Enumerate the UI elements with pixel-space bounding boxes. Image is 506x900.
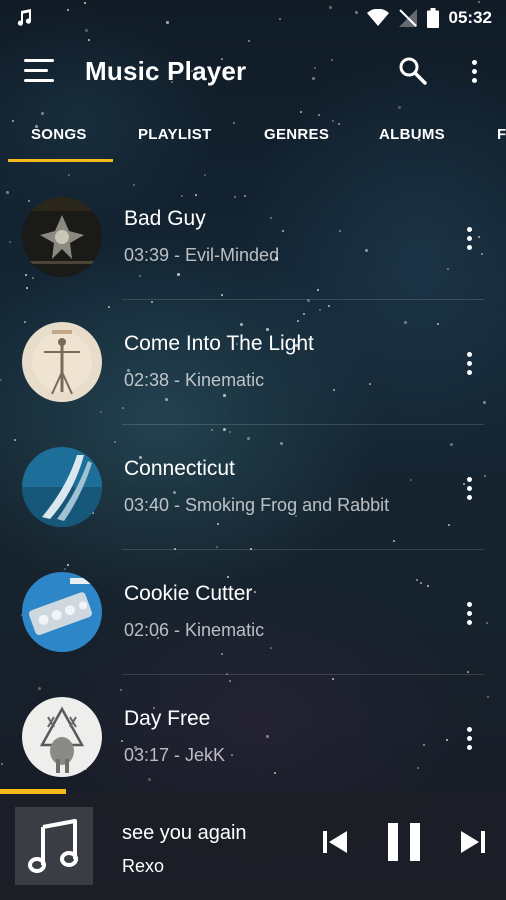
battery-icon bbox=[426, 8, 439, 28]
skip-previous-icon bbox=[323, 831, 347, 853]
status-bar: 05:32 bbox=[0, 0, 506, 36]
song-subtitle: 03:39 - Evil-Minded bbox=[124, 245, 280, 265]
search-button[interactable] bbox=[398, 56, 428, 86]
more-vert-dot bbox=[466, 619, 472, 625]
wifi-icon bbox=[366, 9, 389, 26]
app-bar: Music Player bbox=[0, 36, 506, 106]
song-row[interactable]: Come Into The Light 02:38 - Kinematic bbox=[0, 300, 506, 425]
skip-next-icon bbox=[461, 831, 485, 853]
search-icon bbox=[399, 57, 427, 85]
no-signal-icon bbox=[398, 9, 417, 27]
more-vert-dot bbox=[471, 77, 477, 83]
tab-bar: SONGS PLAYLIST GENRES ALBUMS F bbox=[0, 106, 506, 162]
now-playing-bar[interactable]: see you again Rexo bbox=[0, 794, 506, 900]
next-button[interactable] bbox=[460, 829, 486, 860]
menu-icon-line bbox=[24, 79, 54, 82]
more-vert-dot bbox=[466, 244, 472, 250]
song-subtitle: 02:38 - Kinematic bbox=[124, 370, 265, 390]
more-vert-dot bbox=[466, 744, 472, 750]
song-list: Bad Guy 03:39 - Evil-Minded Come Into Th… bbox=[0, 175, 506, 800]
more-vert-dot bbox=[466, 360, 472, 366]
music-note-icon bbox=[28, 819, 78, 873]
tab-songs[interactable]: SONGS bbox=[31, 106, 87, 162]
song-row[interactable]: Day Free 03:17 - JekK bbox=[0, 675, 506, 800]
song-more-button[interactable] bbox=[462, 223, 476, 253]
album-art bbox=[22, 447, 102, 527]
song-title: Cookie Cutter bbox=[124, 582, 253, 605]
album-art bbox=[22, 697, 102, 777]
app-title: Music Player bbox=[85, 55, 247, 86]
more-vert-dot bbox=[466, 485, 472, 491]
song-title: Day Free bbox=[124, 707, 211, 730]
song-subtitle: 03:40 - Smoking Frog and Rabbit bbox=[124, 495, 390, 515]
more-vert-dot bbox=[466, 735, 472, 741]
album-art bbox=[22, 197, 102, 277]
menu-button[interactable] bbox=[24, 59, 56, 83]
song-title: Come Into The Light bbox=[124, 332, 314, 355]
song-subtitle: 03:17 - JekK bbox=[124, 745, 226, 765]
more-vert-icon bbox=[466, 351, 472, 357]
previous-button[interactable] bbox=[322, 829, 348, 860]
tab-genres[interactable]: GENRES bbox=[264, 106, 329, 162]
tab-indicator bbox=[8, 159, 113, 162]
song-more-button[interactable] bbox=[462, 598, 476, 628]
tab-albums[interactable]: ALBUMS bbox=[379, 106, 445, 162]
song-row[interactable]: Connecticut 03:40 - Smoking Frog and Rab… bbox=[0, 425, 506, 550]
song-row[interactable]: Bad Guy 03:39 - Evil-Minded bbox=[0, 175, 506, 300]
more-vert-dot bbox=[466, 369, 472, 375]
song-title: Bad Guy bbox=[124, 207, 206, 230]
more-vert-icon bbox=[471, 59, 477, 65]
more-vert-icon bbox=[466, 226, 472, 232]
more-vert-icon bbox=[466, 601, 472, 607]
album-art bbox=[22, 322, 102, 402]
song-title: Connecticut bbox=[124, 457, 235, 480]
more-vert-dot bbox=[466, 610, 472, 616]
pause-button[interactable] bbox=[386, 823, 422, 866]
now-playing-artist: Rexo bbox=[122, 856, 165, 876]
song-row[interactable]: Cookie Cutter 02:06 - Kinematic bbox=[0, 550, 506, 675]
song-subtitle: 02:06 - Kinematic bbox=[124, 620, 265, 640]
song-more-button[interactable] bbox=[462, 348, 476, 378]
more-vert-icon bbox=[466, 726, 472, 732]
now-playing-title: see you again bbox=[122, 822, 247, 844]
menu-icon-line bbox=[24, 69, 48, 72]
tab-folders[interactable]: F bbox=[497, 106, 506, 162]
pause-icon bbox=[388, 823, 420, 861]
more-vert-dot bbox=[471, 68, 477, 74]
more-vert-dot bbox=[466, 235, 472, 241]
tab-playlist[interactable]: PLAYLIST bbox=[138, 106, 212, 162]
song-more-button[interactable] bbox=[462, 723, 476, 753]
more-vert-icon bbox=[466, 476, 472, 482]
menu-icon bbox=[24, 59, 54, 62]
album-art bbox=[22, 572, 102, 652]
status-time: 05:32 bbox=[448, 8, 492, 27]
now-playing-art bbox=[15, 807, 93, 885]
song-more-button[interactable] bbox=[462, 473, 476, 503]
more-options-button[interactable] bbox=[462, 56, 486, 86]
more-vert-dot bbox=[466, 494, 472, 500]
music-note-icon bbox=[17, 9, 32, 26]
